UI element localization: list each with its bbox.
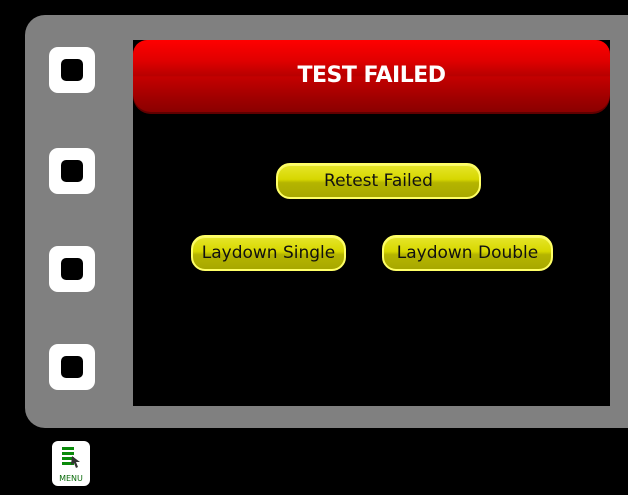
soft-key-4[interactable] [49, 344, 95, 390]
soft-key-3-icon [61, 258, 83, 280]
display-screen: TEST FAILED Retest Failed Laydown Single… [133, 40, 610, 406]
retest-failed-button[interactable]: Retest Failed [276, 163, 481, 199]
soft-key-2[interactable] [49, 148, 95, 194]
laydown-double-button[interactable]: Laydown Double [382, 235, 553, 271]
soft-key-1-icon [61, 59, 83, 81]
menu-button[interactable]: MENU [52, 441, 90, 486]
soft-key-2-icon [61, 160, 83, 182]
soft-key-3[interactable] [49, 246, 95, 292]
soft-key-4-icon [61, 356, 83, 378]
title-banner: TEST FAILED [133, 40, 610, 114]
dialog-title: TEST FAILED [297, 62, 446, 88]
menu-label: MENU [59, 474, 83, 483]
menu-list-icon [62, 447, 80, 468]
soft-key-1[interactable] [49, 47, 95, 93]
laydown-single-button[interactable]: Laydown Single [191, 235, 346, 271]
